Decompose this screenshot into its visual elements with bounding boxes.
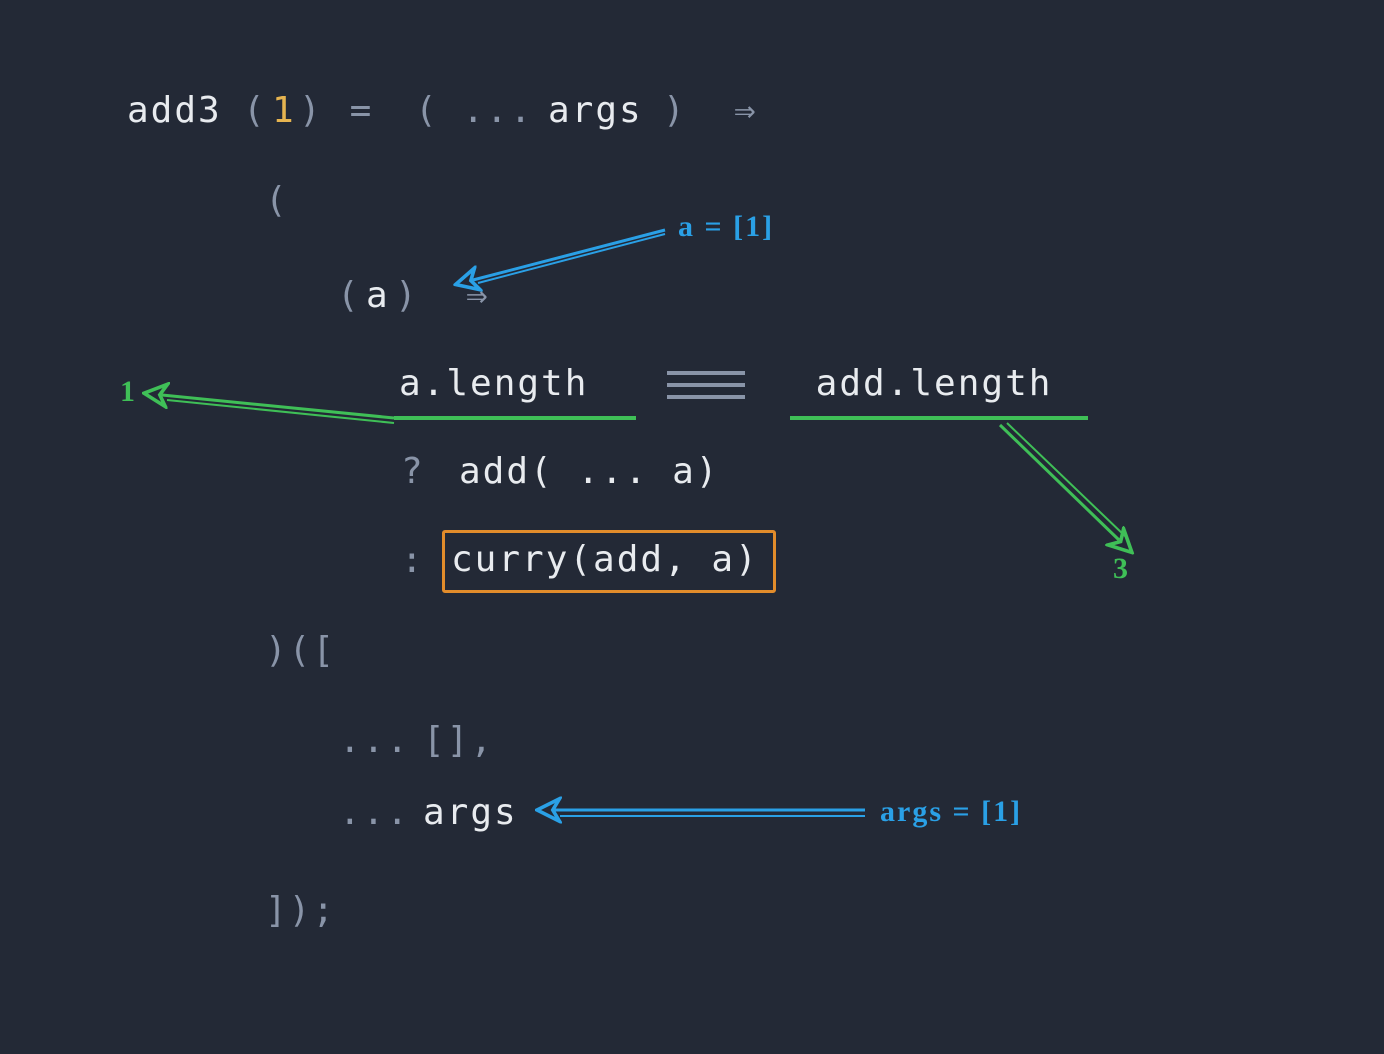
ternary-colon: : bbox=[401, 540, 425, 581]
arrow-three-double bbox=[1007, 423, 1125, 536]
iife-open: ( bbox=[265, 180, 289, 221]
tern-false: curry(add, a) bbox=[451, 539, 759, 580]
args-ident: args bbox=[548, 90, 643, 131]
inner-a: a bbox=[366, 275, 390, 316]
paren-open: ( bbox=[243, 90, 267, 131]
args-2: args bbox=[423, 792, 518, 833]
annotation-args-eq: args = [1] bbox=[880, 795, 1022, 830]
iife-close: )([ bbox=[265, 630, 336, 671]
annotation-one: 1 bbox=[120, 375, 137, 410]
triple-equals-icon bbox=[667, 373, 745, 397]
tern-true: add( ... a) bbox=[459, 451, 719, 492]
rest-open: ( ... bbox=[415, 90, 557, 131]
arrow-a-eq-double bbox=[478, 234, 665, 283]
stmt-end: ]); bbox=[265, 890, 336, 931]
paren-close: ) bbox=[299, 90, 323, 131]
fn-name: add3 bbox=[127, 90, 222, 131]
inner-a-close: ) ⇒ bbox=[395, 275, 490, 316]
arrow-three bbox=[1000, 425, 1119, 540]
cond-left: a.length bbox=[399, 363, 612, 404]
spread-1: ... bbox=[339, 720, 434, 761]
cond-right: add.length bbox=[792, 363, 1052, 404]
code-diagram: { "code": { "fn":"add3", "call_open":"("… bbox=[0, 0, 1384, 1054]
annotation-three: 3 bbox=[1113, 552, 1130, 587]
arrow-a-eq bbox=[473, 230, 665, 280]
highlight-box: curry(add, a) bbox=[442, 530, 776, 593]
spread-2: ... bbox=[339, 792, 434, 833]
rest-close: ) ⇒ bbox=[663, 90, 758, 131]
arrow-one bbox=[162, 395, 394, 418]
inner-a-open: ( bbox=[337, 275, 361, 316]
ternary-q: ? bbox=[401, 451, 448, 492]
arrow-one-double bbox=[167, 400, 394, 423]
annotation-layer bbox=[0, 0, 1384, 1054]
annotation-a-eq: a = [1] bbox=[678, 210, 774, 245]
equals: = bbox=[326, 90, 397, 131]
literal-one: 1 bbox=[272, 90, 296, 131]
empty-array: [], bbox=[423, 720, 494, 761]
